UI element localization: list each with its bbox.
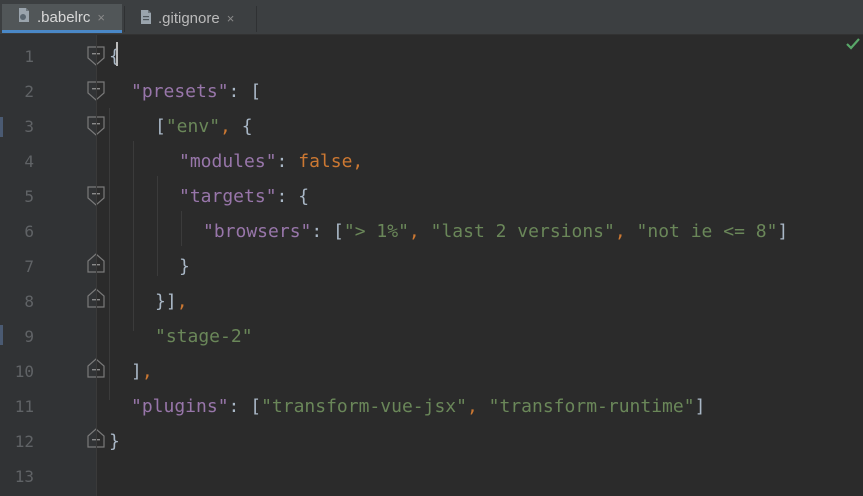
brace: } xyxy=(109,431,120,452)
punctuation: : { xyxy=(276,186,310,207)
brace: } xyxy=(179,256,190,277)
comma: , xyxy=(466,396,489,417)
json-key: "targets" xyxy=(179,186,277,207)
code-line-8: }], xyxy=(155,284,188,319)
json-string: "stage-2" xyxy=(155,326,253,347)
code-line-2: "presets": [ xyxy=(131,74,261,109)
comma: , xyxy=(614,221,637,242)
punctuation: : [ xyxy=(228,81,262,102)
code-line-9: "stage-2" xyxy=(155,319,253,354)
json-key: "browsers" xyxy=(203,221,312,242)
punctuation: [ xyxy=(155,116,166,137)
json-key: "presets" xyxy=(131,81,229,102)
text-caret xyxy=(116,42,118,66)
close-tab-icon[interactable]: × xyxy=(227,11,235,26)
punctuation: ] xyxy=(777,221,789,242)
json-boolean: false xyxy=(298,151,353,172)
json-string: "transform-vue-jsx" xyxy=(261,396,467,417)
tab-divider xyxy=(256,6,257,32)
tab-gitignore[interactable]: .gitignore × xyxy=(125,4,255,33)
code-line-1: { xyxy=(109,39,120,74)
code-line-10: ], xyxy=(131,354,153,389)
code-line-3: ["env", { xyxy=(155,109,253,144)
json-string: "last 2 versions" xyxy=(430,221,615,242)
comma: , xyxy=(352,151,364,172)
json-string: "transform-runtime" xyxy=(488,396,695,417)
json-key: "plugins" xyxy=(131,396,229,417)
punctuation: ] xyxy=(131,361,142,382)
json-key: "modules" xyxy=(179,151,277,172)
tab-label: .babelrc xyxy=(37,8,91,26)
comma: , xyxy=(220,116,231,137)
comma: , xyxy=(408,221,431,242)
json-string: "not ie <= 8" xyxy=(636,221,778,242)
punctuation: : xyxy=(276,151,299,172)
code-line-6: "browsers": ["> 1%", "last 2 versions", … xyxy=(203,214,788,249)
json-string: "> 1%" xyxy=(343,221,409,242)
comma: , xyxy=(141,361,153,382)
punctuation: }] xyxy=(155,291,177,312)
brace: { xyxy=(109,46,120,67)
code-line-12: } xyxy=(109,424,120,459)
punctuation: : [ xyxy=(228,396,262,417)
code-line-4: "modules": false, xyxy=(179,144,363,179)
babelrc-file-icon xyxy=(16,7,32,27)
punctuation: ] xyxy=(694,396,706,417)
tab-label: .gitignore xyxy=(158,10,220,27)
code-line-5: "targets": { xyxy=(179,179,309,214)
editor-tab-bar: .babelrc × .gitignore × xyxy=(0,0,863,35)
close-tab-icon[interactable]: × xyxy=(97,10,105,25)
tab-babelrc[interactable]: .babelrc × xyxy=(2,4,122,33)
code-line-11: "plugins": ["transform-vue-jsx", "transf… xyxy=(131,389,705,424)
code-line-7: } xyxy=(179,249,190,284)
json-string: "env" xyxy=(165,116,221,137)
code-editor[interactable]: { "presets": [ ["env", { "modules": fals… xyxy=(0,35,863,496)
gitignore-file-icon xyxy=(139,9,153,29)
punctuation: : [ xyxy=(311,221,344,242)
punctuation: { xyxy=(230,116,253,137)
comma: , xyxy=(176,291,188,312)
